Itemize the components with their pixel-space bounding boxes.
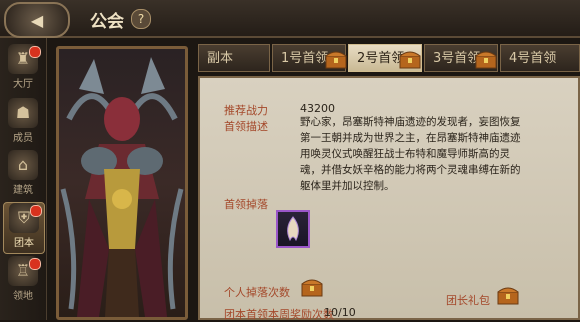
weekly-reward-value: 10/10 (324, 306, 356, 319)
boss-tabs: 副本 1号首领 2号首领 3号首领 4号首领 (198, 44, 580, 74)
building-icon: ⌂ (8, 150, 38, 180)
notification-dot (30, 205, 42, 217)
tab-label: 1号首领 (281, 51, 329, 66)
sidebar-item-label: 成员 (13, 133, 33, 144)
tab-label: 副本 (207, 51, 234, 66)
boss-portrait (56, 46, 188, 320)
description-label: 首领描述 (224, 120, 268, 133)
treasure-chest-icon[interactable] (496, 284, 520, 306)
boss-figure-image (60, 57, 184, 317)
treasure-chest-icon (475, 51, 497, 69)
sidebar-item-buildings[interactable]: ⌂ 建筑 (3, 150, 43, 200)
sidebar-item-members[interactable]: ☗ 成员 (3, 98, 43, 148)
sidebar-item-raid[interactable]: ⛨ 团本 (3, 202, 45, 254)
sidebar-item-hall[interactable]: ♜ 大厅 (3, 44, 43, 94)
drop-label: 首领掉落 (224, 198, 268, 211)
notification-dot (29, 46, 41, 58)
flame-rune-icon (287, 216, 299, 242)
tab-dungeon[interactable]: 副本 (198, 44, 270, 72)
top-bar: ◀ 公会 ? (0, 0, 580, 38)
sidebar-item-label: 团本 (14, 238, 34, 249)
power-label: 推荐战力 (224, 104, 268, 117)
treasure-chest-icon[interactable] (300, 276, 324, 298)
treasure-chest-icon (399, 51, 421, 69)
sidebar-item-label: 大厅 (13, 79, 33, 90)
sidebar-item-label: 建筑 (13, 185, 33, 196)
back-button[interactable]: ◀ (4, 2, 70, 38)
help-button[interactable]: ? (131, 9, 151, 29)
members-icon: ☗ (8, 98, 38, 128)
sidebar-item-label: 领地 (13, 291, 33, 302)
treasure-chest-icon (325, 51, 347, 69)
drop-item-slot[interactable] (276, 210, 310, 248)
personal-drop-label: 个人掉落次数 (224, 286, 290, 299)
boss-info-panel: 推荐战力 43200 首领描述 野心家，昂塞斯特神庙遗迹的发现者，妄图恢复第一王… (198, 76, 580, 321)
page-title: 公会 (90, 12, 124, 32)
sidebar: ♜ 大厅 ☗ 成员 ⌂ 建筑 ⛨ 团本 ♖ 领地 (0, 38, 47, 320)
tab-label: 4号首领 (509, 51, 557, 66)
back-arrow-icon: ◀ (30, 10, 44, 30)
sidebar-item-territory[interactable]: ♖ 领地 (3, 256, 43, 306)
tab-boss-4[interactable]: 4号首领 (500, 44, 580, 72)
boss-description: 野心家，昂塞斯特神庙遗迹的发现者，妄图恢复第一王朝并成为世界之主，在昂塞斯特神庙… (300, 116, 521, 192)
leader-gift-label: 团长礼包 (446, 294, 490, 307)
notification-dot (29, 258, 41, 270)
